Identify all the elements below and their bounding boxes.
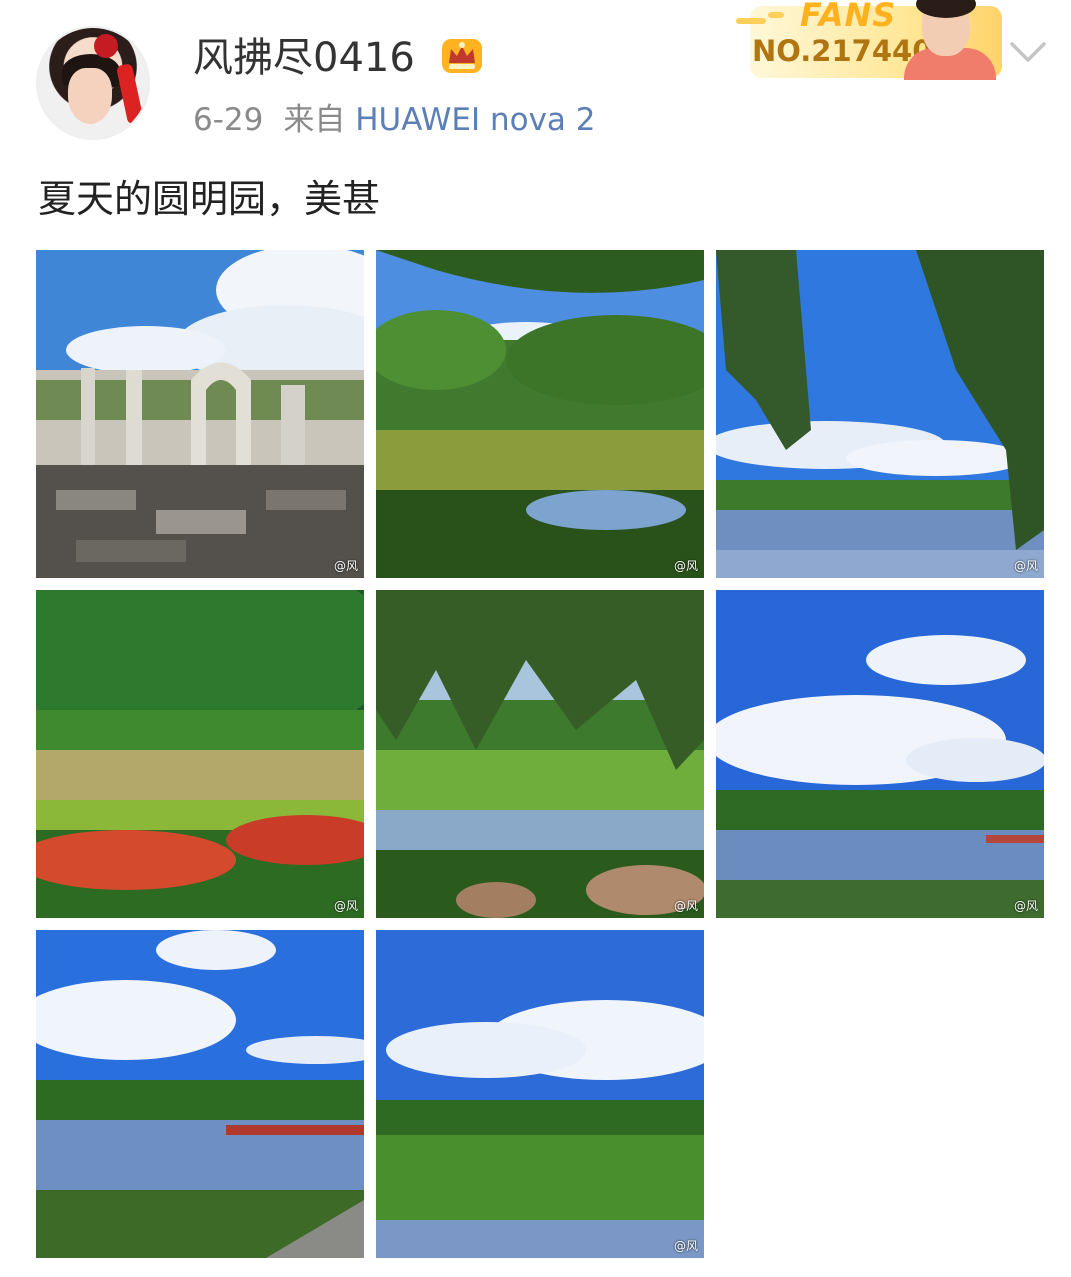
fans-badge-portrait bbox=[898, 0, 1002, 80]
photo-watermark: @风 bbox=[333, 559, 358, 573]
device-link[interactable]: HUAWEI nova 2 bbox=[355, 102, 595, 138]
avatar-ribbon bbox=[115, 62, 145, 126]
avatar-hair-bun bbox=[94, 34, 118, 58]
photo-watermark: @风 bbox=[673, 559, 698, 573]
avatar-face bbox=[68, 68, 112, 124]
username[interactable]: 风拂尽0416 bbox=[193, 30, 415, 86]
post-text: 夏天的圆明园，美甚 bbox=[38, 177, 381, 221]
photo-watermark: @风 bbox=[1013, 559, 1038, 573]
photo-watermark: @风 bbox=[1013, 899, 1038, 913]
photo-watermark: @风 bbox=[673, 1239, 698, 1253]
photo-watermark: @风 bbox=[673, 899, 698, 913]
photo-lake-bridge[interactable] bbox=[36, 930, 364, 1258]
photo-willow-lake[interactable]: @风 bbox=[716, 250, 1044, 578]
fans-label: FANS bbox=[800, 0, 897, 34]
fans-badge-decor bbox=[768, 12, 784, 18]
post-date: 6-29 bbox=[193, 102, 264, 138]
fans-badge[interactable]: FANS NO.217440 bbox=[722, 0, 1002, 82]
photo-willow-lotus[interactable]: @风 bbox=[376, 590, 704, 918]
photo-ruins[interactable]: @风 bbox=[36, 250, 364, 578]
source-label: 来自 bbox=[283, 102, 346, 138]
photo-garden-flowers[interactable]: @风 bbox=[36, 590, 364, 918]
post-meta: 6-29 来自 HUAWEI nova 2 bbox=[193, 98, 596, 142]
crown-vip-icon[interactable] bbox=[440, 35, 484, 77]
photo-pond-trees[interactable]: @风 bbox=[376, 250, 704, 578]
chevron-down-icon[interactable] bbox=[1006, 30, 1050, 74]
user-avatar[interactable] bbox=[36, 26, 150, 140]
photo-lake-clouds[interactable]: @风 bbox=[716, 590, 1044, 918]
photo-watermark: @风 bbox=[333, 899, 358, 913]
photo-lotus-field[interactable]: @风 bbox=[376, 930, 704, 1258]
fans-badge-decor bbox=[736, 18, 766, 24]
